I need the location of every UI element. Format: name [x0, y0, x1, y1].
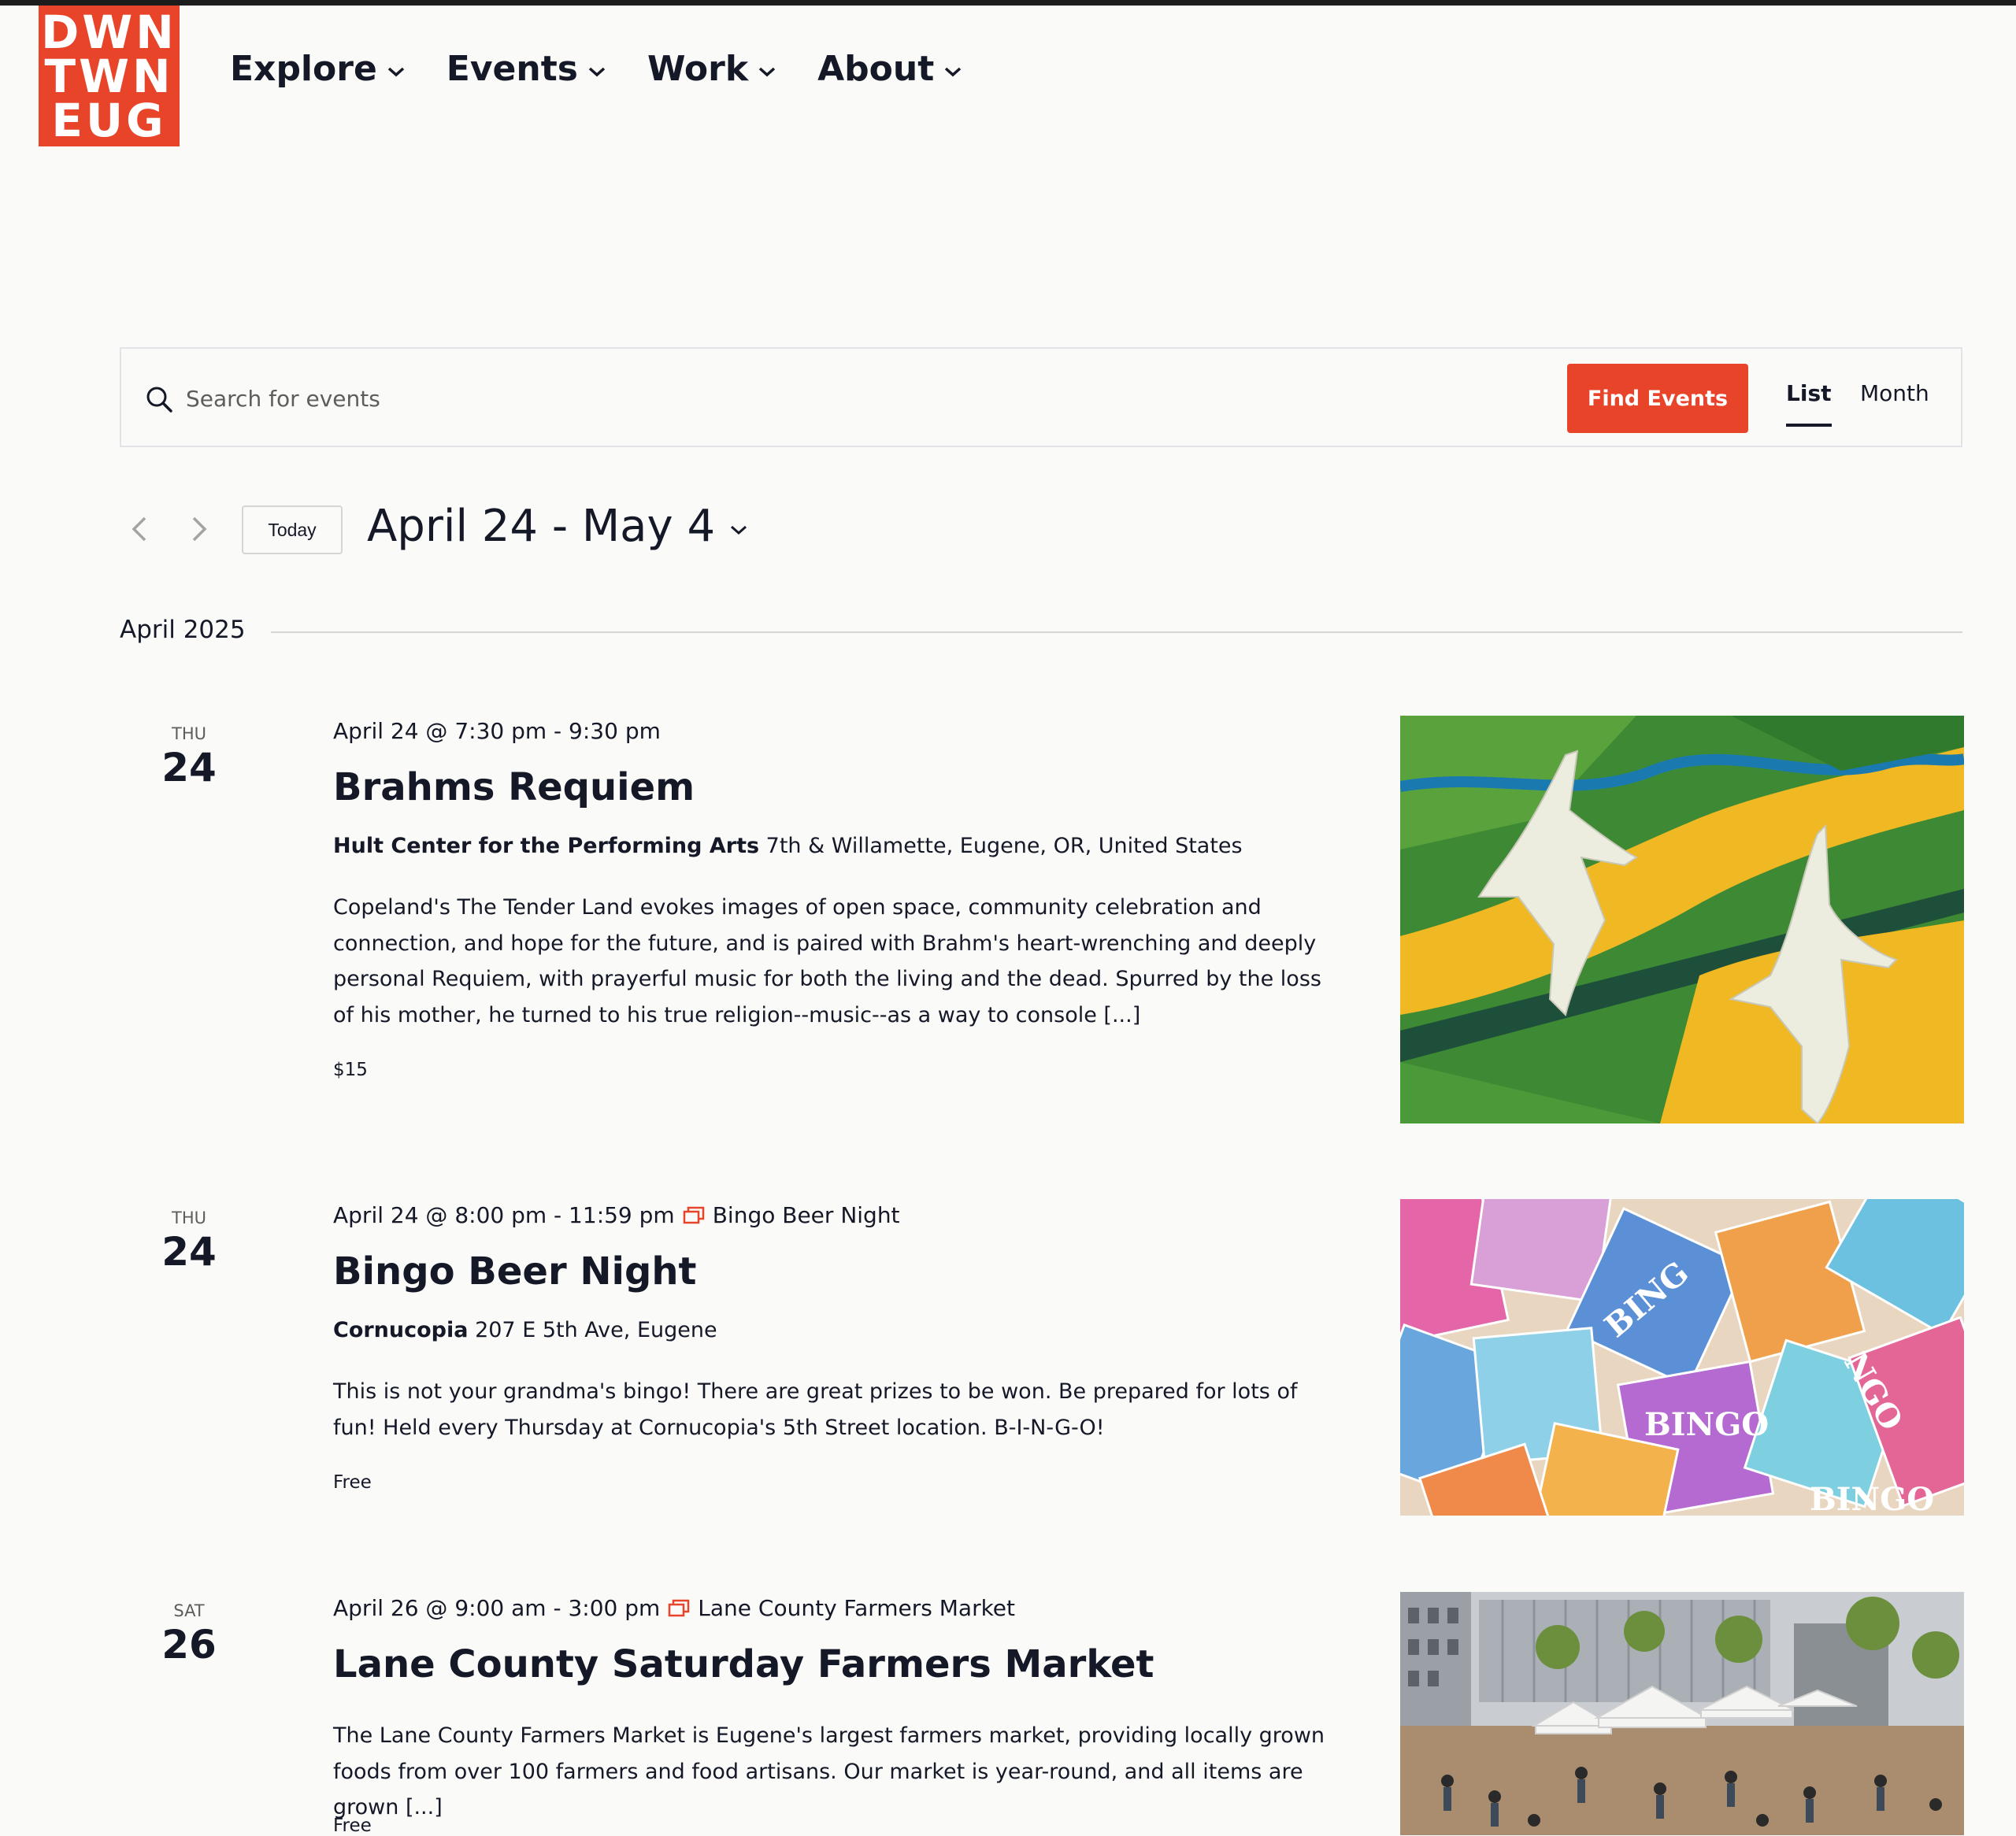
- event-title-link[interactable]: Brahms Requiem: [333, 765, 695, 809]
- today-button[interactable]: Today: [242, 505, 343, 554]
- date-range-picker[interactable]: April 24 - May 4: [367, 501, 748, 552]
- logo-line-1: DWN: [41, 5, 177, 59]
- chevron-down-icon: [731, 525, 747, 535]
- event-datetime: April 24 @ 8:00 pm - 11:59 pm Bingo Beer…: [333, 1202, 900, 1228]
- event-datetime-text: April 26 @ 9:00 am - 3:00 pm: [333, 1595, 661, 1621]
- month-separator-label: April 2025: [120, 616, 246, 644]
- events-search-bar: Find Events List Month: [120, 347, 1962, 447]
- event-title-link[interactable]: Lane County Saturday Farmers Market: [333, 1642, 1154, 1686]
- search-icon: [146, 387, 172, 413]
- event-description: Copeland's The Tender Land evokes images…: [333, 895, 1321, 1027]
- logo-line-2: TWN: [44, 49, 174, 103]
- date-range-label: April 24 - May 4: [367, 501, 716, 552]
- nav-events-label: Events: [446, 49, 578, 89]
- nav-explore[interactable]: Explore: [230, 49, 406, 89]
- event-image-farmers-market[interactable]: [1400, 1592, 1964, 1835]
- event-day-number: 26: [161, 1622, 217, 1668]
- search-input[interactable]: [184, 374, 1605, 423]
- event-venue-address: 207 E 5th Ave, Eugene: [475, 1318, 717, 1342]
- site-logo[interactable]: DWN TWN EUG: [39, 6, 180, 146]
- top-border: [0, 0, 2016, 6]
- chevron-down-icon: [588, 67, 606, 76]
- event-venue: Hult Center for the Performing Arts 7th …: [333, 834, 1243, 858]
- chevron-down-icon: [945, 67, 962, 76]
- event-image-cranes[interactable]: [1400, 716, 1964, 1123]
- event-datetime-text: April 24 @ 7:30 pm - 9:30 pm: [333, 718, 661, 744]
- nav-work-label: Work: [647, 49, 749, 89]
- nav-about-label: About: [817, 49, 935, 89]
- event-venue-name: Cornucopia: [333, 1318, 469, 1342]
- event-datetime: April 24 @ 7:30 pm - 9:30 pm: [333, 718, 661, 744]
- event-cost: Free: [333, 1472, 372, 1493]
- tab-list-view[interactable]: List: [1786, 380, 1832, 427]
- event-day-number: 24: [161, 745, 217, 790]
- event-datetime: April 26 @ 9:00 am - 3:00 pm Lane County…: [333, 1595, 1015, 1621]
- event-description: This is not your grandma's bingo! There …: [333, 1379, 1298, 1440]
- event-weekday: THU: [172, 724, 206, 743]
- nav-about[interactable]: About: [817, 49, 962, 89]
- event-cost: Free: [333, 1816, 372, 1836]
- event-weekday: SAT: [173, 1601, 205, 1620]
- recurring-series-icon: [683, 1206, 704, 1223]
- event-image-bingo[interactable]: BING BINGO NGO BINGO: [1400, 1199, 1964, 1516]
- chevron-down-icon: [758, 67, 776, 76]
- event-venue: Cornucopia 207 E 5th Ave, Eugene: [333, 1318, 717, 1342]
- chevron-right-icon[interactable]: [187, 513, 211, 545]
- main-nav: Explore Events Work About: [230, 49, 962, 89]
- event-day-number: 24: [161, 1229, 217, 1275]
- event-weekday: THU: [172, 1209, 206, 1227]
- svg-text:BINGO: BINGO: [1644, 1406, 1769, 1443]
- event-series-link[interactable]: Bingo Beer Night: [713, 1202, 900, 1228]
- tab-month-view[interactable]: Month: [1860, 380, 1929, 406]
- event-cost: $15: [333, 1060, 368, 1080]
- nav-explore-label: Explore: [230, 49, 377, 89]
- event-venue-name: Hult Center for the Performing Arts: [333, 834, 760, 858]
- nav-work[interactable]: Work: [647, 49, 776, 89]
- month-separator-line: [271, 631, 1962, 633]
- recurring-series-icon: [669, 1599, 690, 1616]
- chevron-left-icon[interactable]: [128, 513, 151, 545]
- event-series-link[interactable]: Lane County Farmers Market: [698, 1595, 1015, 1621]
- nav-events[interactable]: Events: [447, 49, 606, 89]
- find-events-button[interactable]: Find Events: [1567, 364, 1748, 433]
- event-venue-address: 7th & Willamette, Eugene, OR, United Sta…: [765, 834, 1243, 858]
- chevron-down-icon: [387, 67, 404, 76]
- logo-line-3: EUG: [51, 93, 167, 147]
- event-datetime-text: April 24 @ 8:00 pm - 11:59 pm: [333, 1202, 675, 1228]
- event-description: The Lane County Farmers Market is Eugene…: [333, 1723, 1325, 1819]
- event-title-link[interactable]: Bingo Beer Night: [333, 1249, 696, 1294]
- svg-text:BINGO: BINGO: [1810, 1481, 1934, 1516]
